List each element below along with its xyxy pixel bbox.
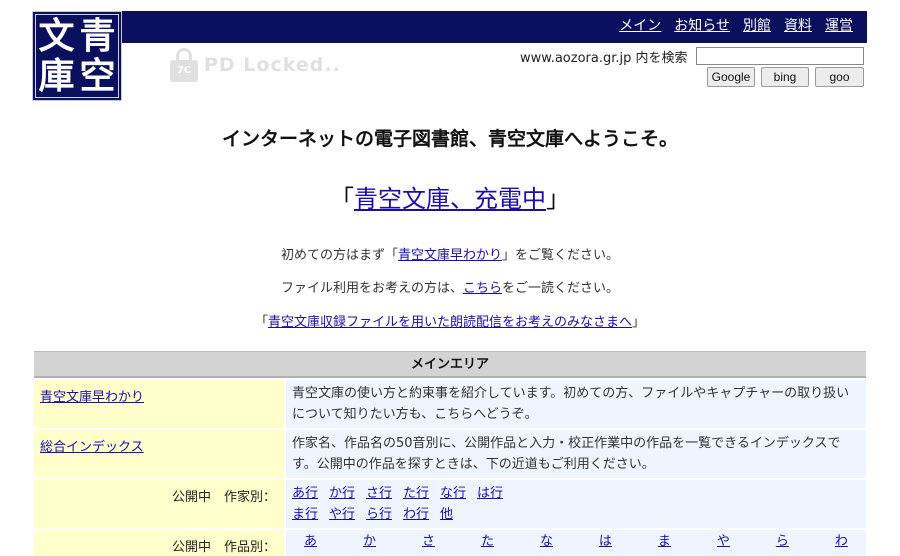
author-kana-link[interactable]: さ行 — [366, 483, 403, 504]
title-kana-link[interactable]: ま — [658, 530, 671, 554]
intro-line-first-time: 初めての方はまず「青空文庫早わかり」をご覧ください。 — [0, 244, 900, 263]
quick-guide-row-link[interactable]: 青空文庫早わかり — [40, 390, 144, 405]
title-kana-link[interactable]: は — [599, 530, 612, 554]
author-kana-link[interactable]: あ行 — [292, 483, 329, 504]
author-index-label: 公開中 作家別： — [34, 480, 284, 528]
pd-locked-watermark: 7C PD Locked.. — [170, 48, 341, 82]
top-nav: メイン お知らせ 別館 資料 運営 — [619, 17, 853, 35]
reading-broadcast-link[interactable]: 青空文庫収録ファイルを用いた朗読配信をお考えのみなさまへ — [268, 315, 632, 330]
title-index-label: 公開中 作品別： — [34, 530, 284, 556]
table-row: 総合インデックス 作家名、作品名の50音別に、公開作品と入力・校正作業中の作品を… — [34, 430, 866, 478]
table-row: 青空文庫早わかり 青空文庫の使い方と約束事を紹介しています。初めての方、ファイル… — [34, 380, 866, 428]
author-kana-link[interactable]: な行 — [440, 483, 477, 504]
row-description: 青空文庫の使い方と約束事を紹介しています。初めての方、ファイルやキャプチャーの取… — [286, 380, 866, 428]
title-kana-link[interactable]: な — [540, 530, 553, 554]
logo-char: 空 — [79, 55, 116, 97]
general-index-link[interactable]: 総合インデックス — [40, 440, 144, 455]
intro-text: 」 — [632, 315, 646, 330]
nav-resources-link[interactable]: 資料 — [784, 17, 812, 35]
intro-line-file-use: ファイル利用をお考えの方は、こちらをご一読ください。 — [0, 277, 900, 296]
search-input[interactable] — [696, 47, 864, 65]
nav-operation-link[interactable]: 運営 — [825, 17, 853, 35]
intro-text: 初めての方はまず「 — [280, 248, 398, 263]
nav-news-link[interactable]: お知らせ — [674, 17, 730, 35]
logo-char: 青 — [79, 15, 116, 57]
author-kana-link[interactable]: 他 — [440, 504, 477, 525]
row-label-cell: 総合インデックス — [34, 430, 284, 478]
bracket-close: 」 — [546, 185, 570, 213]
file-use-link[interactable]: こちら — [463, 281, 502, 296]
title-kana-link[interactable]: や — [717, 530, 730, 554]
row-description: 作家名、作品名の50音別に、公開作品と入力・校正作業中の作品を一覧できるインデッ… — [286, 430, 866, 478]
title-kana-link[interactable]: か — [363, 530, 376, 554]
intro-text: ファイル利用をお考えの方は、 — [280, 281, 463, 296]
author-kana-link[interactable]: わ行 — [403, 504, 440, 525]
goo-search-button[interactable]: goo — [815, 67, 864, 87]
lock-icon: 7C — [170, 48, 198, 82]
header-bar: メイン お知らせ 別館 資料 運営 — [122, 11, 867, 43]
logo-char: 庫 — [38, 55, 75, 97]
title-kana-link[interactable]: ら — [776, 530, 789, 554]
author-kana-link[interactable]: や行 — [329, 504, 366, 525]
title-kana-link[interactable]: あ — [304, 530, 317, 554]
title-kana-link[interactable]: わ — [835, 530, 848, 554]
author-kana-link[interactable]: た行 — [403, 483, 440, 504]
logo-char: 文 — [38, 15, 75, 57]
author-kana-link[interactable]: ま行 — [292, 504, 329, 525]
nav-main-link[interactable]: メイン — [619, 17, 661, 35]
title-kana-link[interactable]: た — [481, 530, 494, 554]
aozora-logo[interactable]: 文 青 庫 空 — [32, 11, 122, 101]
author-index-links: あ行 か行 さ行 た行 な行 は行 ま行 や行 ら行 わ行 他 — [286, 480, 866, 528]
headline: 「青空文庫、充電中」 — [0, 179, 900, 214]
search-label: www.aozora.gr.jp 内を検索 — [520, 51, 688, 66]
author-kana-link[interactable]: ら行 — [366, 504, 403, 525]
row-label-cell: 青空文庫早わかり — [34, 380, 284, 428]
main-area: メインエリア 青空文庫早わかり 青空文庫の使い方と約束事を紹介しています。初めて… — [34, 351, 866, 556]
welcome-heading: インターネットの電子図書館、青空文庫へようこそ。 — [221, 128, 678, 150]
intro-text: をご一読ください。 — [502, 281, 620, 296]
author-kana-link[interactable]: か行 — [329, 483, 366, 504]
charging-link[interactable]: 青空文庫、充電中 — [354, 185, 546, 213]
watermark-text: PD Locked.. — [204, 54, 341, 76]
intro-text: 」をご覧ください。 — [502, 248, 620, 263]
nav-annex-link[interactable]: 別館 — [743, 17, 771, 35]
title-index-links: あ か さ た な は ま や ら わ — [286, 530, 866, 556]
author-kana-link[interactable]: は行 — [477, 483, 514, 504]
intro-text: 「 — [254, 315, 268, 330]
table-row-author-index: 公開中 作家別： あ行 か行 さ行 た行 な行 は行 ま行 や行 ら行 わ行 他 — [34, 480, 866, 528]
main-area-title: メインエリア — [34, 351, 866, 378]
bracket-open: 「 — [330, 185, 354, 213]
bing-search-button[interactable]: bing — [761, 67, 809, 87]
quick-guide-link[interactable]: 青空文庫早わかり — [398, 248, 502, 263]
intro-line-reading: 「青空文庫収録ファイルを用いた朗読配信をお考えのみなさまへ」 — [0, 311, 900, 330]
title-kana-link[interactable]: さ — [422, 530, 435, 554]
table-row-title-index: 公開中 作品別： あ か さ た な は ま や ら わ — [34, 530, 866, 556]
google-search-button[interactable]: Google — [707, 67, 755, 87]
